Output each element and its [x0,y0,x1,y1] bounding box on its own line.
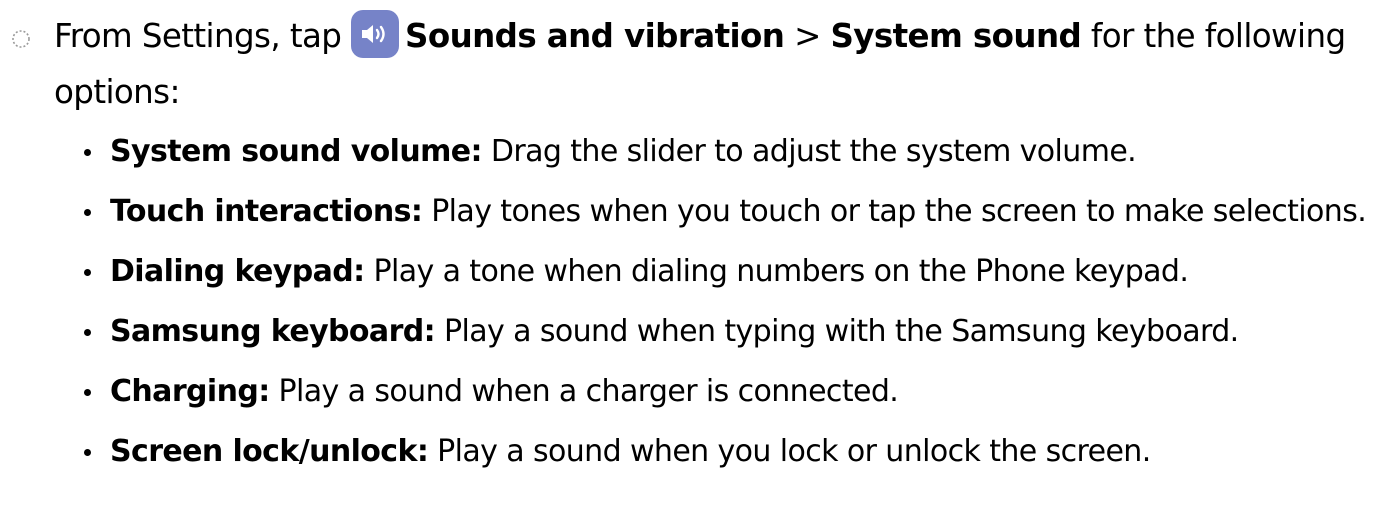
option-term: Dialing keypad [110,254,354,289]
step-instruction: From Settings, tap Sounds and vibration … [54,8,1384,120]
list-item: Dialing keypad: Play a tone when dialing… [84,248,1384,296]
settings-submenu-name: System sound [830,17,1082,55]
step-marker-icon [12,30,30,48]
option-description: Play a sound when a charger is connected… [278,374,899,409]
step-prefix: From Settings, tap [54,17,342,55]
list-item: Touch interactions: Play tones when you … [84,188,1384,236]
bullet-icon [84,449,91,456]
list-item: Samsung keyboard: Play a sound when typi… [84,308,1384,356]
option-colon: : [258,374,270,409]
list-item: Charging: Play a sound when a charger is… [84,368,1384,416]
option-colon: : [410,194,423,229]
path-separator: > [794,17,821,55]
option-term: Touch interactions [110,194,411,229]
list-item: Screen lock/unlock: Play a sound when yo… [84,428,1384,476]
sound-speaker-icon [351,10,400,58]
bullet-icon [84,149,91,156]
option-description: Play a sound when you lock or unlock the… [437,434,1151,469]
options-list: System sound volume: Drag the slider to … [84,128,1384,488]
option-description: Drag the slider to adjust the system vol… [490,134,1137,169]
option-term: Samsung keyboard [110,314,424,349]
option-description: Play a tone when dialing numbers on the … [373,254,1189,289]
option-term: System sound volume [110,134,471,169]
option-description: Play a sound when typing with the Samsun… [444,314,1239,349]
bullet-icon [84,329,91,336]
bullet-icon [84,209,91,216]
settings-menu-name: Sounds and vibration [405,17,785,55]
option-colon: : [353,254,365,289]
option-colon: : [416,434,429,469]
option-colon: : [423,314,436,349]
option-term: Screen lock/unlock [110,434,417,469]
bullet-icon [84,389,91,396]
option-term: Charging [110,374,259,409]
bullet-icon [84,269,91,276]
list-item: System sound volume: Drag the slider to … [84,128,1384,176]
option-description: Play tones when you touch or tap the scr… [431,194,1367,229]
option-colon: : [470,134,483,169]
